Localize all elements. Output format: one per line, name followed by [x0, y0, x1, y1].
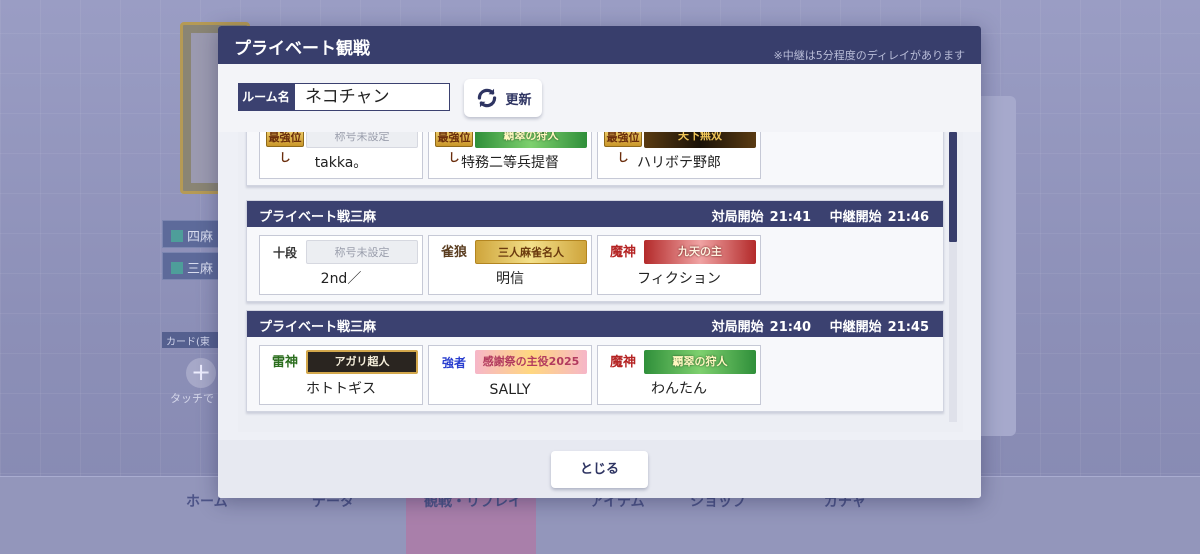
player-row: 雷神 アガリ超人 ホトトギス 強者 感謝祭の主役2025 SALLY 魔神 覇翠… [259, 345, 761, 405]
title-plate: 覇翠の狩人 [644, 350, 756, 374]
title-plate: 称号未設定 [306, 240, 418, 264]
player-name: ハリボテ野郎 [637, 155, 721, 171]
player-slot[interactable]: 最強位し 覇翠の狩人 特務二等兵提督 [428, 132, 592, 179]
rank-badge: 最強位し [266, 132, 304, 164]
rank-badge: 強者 [441, 356, 466, 370]
player-slot[interactable]: 魔神 覇翠の狩人 わんたん [597, 345, 761, 405]
delay-note: ※中継は5分程度のディレイがあります [773, 49, 965, 62]
rank-badge: 魔神 [609, 355, 636, 370]
rank-badge: 雷神 [271, 355, 298, 370]
title-plate: アガリ超人 [306, 350, 418, 374]
match-header: プライベート戦三麻 対局開始 21:40 中継開始 21:45 [247, 311, 943, 337]
player-name: 特務二等兵提督 [461, 155, 559, 171]
match-header: プライベート戦三麻 対局開始 21:41 中継開始 21:46 [247, 201, 943, 227]
player-slot[interactable]: 雷神 アガリ超人 ホトトギス [259, 345, 423, 405]
private-watch-modal: プライベート観戦 ※中継は5分程度のディレイがあります ルーム名 ネコチャン 更… [218, 26, 981, 498]
room-name-label: ルーム名 [238, 83, 294, 111]
player-name: わんたん [651, 381, 707, 397]
player-slot[interactable]: 雀狼 三人麻雀名人 明信 [428, 235, 592, 295]
match-card[interactable]: プライベート戦三麻 対局開始 21:41 中継開始 21:46 十段 称号未設定 2… [246, 200, 944, 302]
rank-badge: 最強位し [435, 132, 473, 164]
rank-badge: 魔神 [609, 245, 636, 260]
match-times: 対局開始 21:40 中継開始 21:45 [711, 320, 929, 335]
refresh-label: 更新 [505, 92, 532, 108]
modal-title: プライベート観戦 [234, 39, 370, 59]
right-panel [980, 96, 1016, 436]
title-plate: 覇翠の狩人 [475, 132, 587, 148]
refresh-button[interactable]: 更新 [464, 79, 542, 117]
title-plate: 称号未設定 [306, 132, 418, 148]
rank-badge: 十段 [272, 246, 297, 260]
player-name: takka。 [314, 155, 368, 171]
player-name: 明信 [496, 271, 524, 287]
player-slot[interactable]: 魔神 九天の主 フィクション [597, 235, 761, 295]
title-plate: 感謝祭の主役2025 [475, 350, 587, 374]
player-slot[interactable]: 十段 称号未設定 2nd／ [259, 235, 423, 295]
player-row: 十段 称号未設定 2nd／ 雀狼 三人麻雀名人 明信 魔神 九天の主 フィクショ… [259, 235, 761, 295]
match-card[interactable]: プライベート戦三麻 対局開始 21:40 中継開始 21:45 雷神 アガリ超人 ホ… [246, 310, 944, 412]
add-icon: + [186, 358, 216, 388]
match-times: 対局開始 21:41 中継開始 21:46 [711, 210, 929, 225]
player-row: 最強位し 称号未設定 takka。 最強位し 覇翠の狩人 特務二等兵提督 最強位… [259, 132, 761, 179]
touch-hint: タッチで [170, 392, 214, 405]
title-plate: 三人麻雀名人 [475, 240, 587, 264]
player-slot[interactable]: 最強位し 天下無双 ハリボテ野郎 [597, 132, 761, 179]
player-name: フィクション [637, 271, 721, 287]
player-name: SALLY [489, 382, 531, 398]
title-plate: 九天の主 [644, 240, 756, 264]
match-card[interactable]: 最強位し 称号未設定 takka。 最強位し 覇翠の狩人 特務二等兵提督 最強位… [246, 132, 944, 186]
room-name-input[interactable]: ネコチャン [294, 83, 450, 111]
player-name: 2nd／ [320, 271, 362, 287]
close-button[interactable]: とじる [551, 451, 648, 488]
player-name: ホトトギス [306, 381, 376, 397]
title-plate: 天下無双 [644, 132, 756, 148]
scrollbar-thumb[interactable] [949, 132, 957, 242]
match-title: プライベート戦三麻 [259, 210, 377, 225]
modal-header: プライベート観戦 ※中継は5分程度のディレイがあります [218, 26, 981, 64]
player-slot[interactable]: 最強位し 称号未設定 takka。 [259, 132, 423, 179]
rank-badge: 雀狼 [440, 245, 467, 260]
rank-badge: 最強位し [604, 132, 642, 164]
match-title: プライベート戦三麻 [259, 320, 377, 335]
refresh-icon [478, 88, 497, 108]
player-slot[interactable]: 強者 感謝祭の主役2025 SALLY [428, 345, 592, 405]
match-list[interactable]: 最強位し 称号未設定 takka。 最強位し 覇翠の狩人 特務二等兵提督 最強位… [238, 132, 963, 432]
